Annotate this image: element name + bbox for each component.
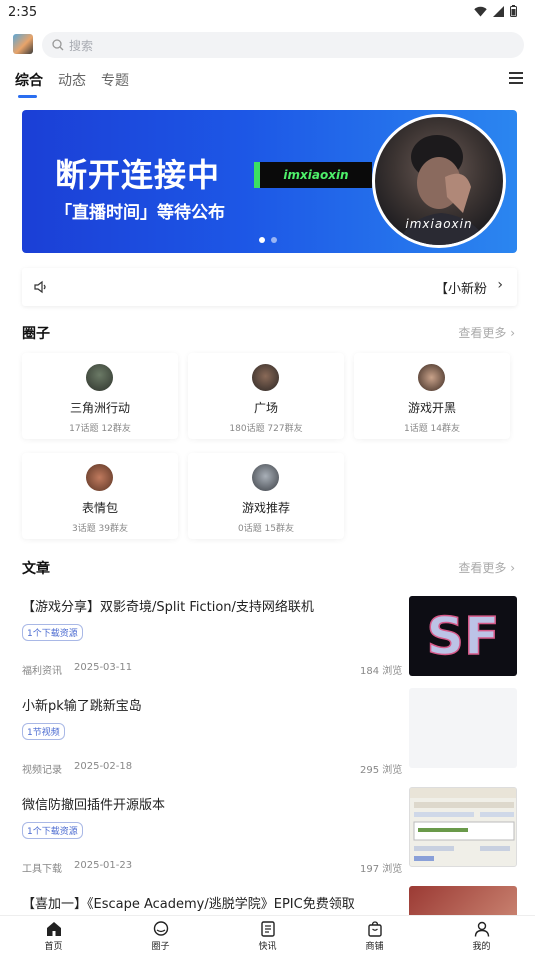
app-page: 2:35 搜索 综合 动态 专题 断开连接中 imxiaoxin 「直播时间」等… [0, 0, 535, 956]
article-views: 184 浏览 [360, 666, 403, 677]
circle-stats: 3话题 39群友 [71, 524, 129, 534]
nav-label: 首页 [44, 942, 63, 952]
status-icons [474, 5, 517, 17]
article-date: 2025-02-18 [74, 761, 133, 772]
home-icon [46, 922, 61, 936]
article-views: 197 浏览 [360, 864, 403, 875]
banner-subtitle: 「直播时间」等待公布 [55, 203, 225, 223]
banner-streamer-photo: imxiaoxin [372, 114, 506, 248]
news-icon [260, 921, 275, 937]
circle-avatar [252, 464, 279, 491]
article-title: 微信防撤回插件开源版本 [22, 798, 166, 813]
status-bar: 2:35 [0, 0, 535, 26]
sf-logo-icon: SF [426, 606, 500, 668]
circle-stats: 17话题 12群友 [69, 424, 131, 434]
banner-photo-caption: imxiaoxin [405, 217, 473, 231]
notice-arrow: › [497, 277, 503, 293]
circle-card[interactable]: 三角洲行动 17话题 12群友 [22, 353, 178, 439]
battery-icon [510, 5, 517, 17]
signal-icon [493, 5, 504, 17]
circle-stats: 0话题 15群友 [237, 524, 295, 534]
status-time: 2:35 [8, 5, 38, 20]
circle-card[interactable]: 广场 180话题 727群友 [188, 353, 344, 439]
articles-more-link[interactable]: 查看更多 › [458, 559, 515, 576]
article-category: 工具下载 [22, 864, 62, 875]
circle-name: 广场 [253, 401, 278, 415]
article-title: 小新pk输了跳新宝岛 [22, 699, 142, 714]
nav-label: 快讯 [258, 942, 277, 952]
chat-bubble-icon [153, 921, 168, 936]
circle-avatar [252, 364, 279, 391]
article-thumbnail: SF [409, 596, 517, 676]
banner-tag: imxiaoxin [254, 162, 372, 188]
search-input[interactable]: 搜索 [42, 32, 524, 58]
article-date: 2025-01-23 [74, 860, 133, 871]
article-category: 福利资讯 [22, 666, 62, 677]
notice-text: 【小新粉 [434, 282, 487, 297]
nav-circles[interactable]: 圈子 [107, 916, 214, 956]
article-title: 【喜加一】《Escape Academy/逃脱学院》EPIC免费领取 [22, 897, 355, 912]
circle-card[interactable]: 游戏开黑 1话题 14群友 [354, 353, 510, 439]
circles-title: 圈子 [22, 326, 50, 342]
article-badge: 1个下载资源 [22, 624, 83, 641]
circle-name: 表情包 [81, 501, 118, 515]
nav-label: 商铺 [365, 942, 384, 952]
tab-topics[interactable]: 专题 [101, 70, 129, 98]
pagination-dot[interactable] [271, 237, 277, 243]
circle-stats: 180话题 727群友 [229, 424, 303, 434]
articles-title: 文章 [22, 561, 50, 577]
article-category: 视频记录 [22, 765, 62, 776]
nav-label: 圈子 [151, 942, 170, 952]
circle-name: 三角洲行动 [69, 401, 130, 415]
user-icon [474, 921, 489, 937]
app-screenshot-icon [410, 788, 516, 861]
svg-text:SF: SF [427, 607, 500, 667]
circle-stats: 1话题 14群友 [403, 424, 461, 434]
user-avatar[interactable] [13, 34, 33, 54]
nav-shop[interactable]: 商铺 [321, 916, 428, 956]
circle-avatar [86, 464, 113, 491]
article-badge: 1节视频 [22, 723, 65, 740]
speaker-icon [34, 280, 46, 294]
article-thumbnail [409, 787, 517, 867]
bottom-nav: 首页 圈子 快讯 商铺 我的 [0, 915, 535, 956]
nav-home[interactable]: 首页 [0, 916, 107, 956]
article-badge: 1个下载资源 [22, 822, 83, 839]
search-icon [52, 39, 64, 51]
circle-card[interactable]: 表情包 3话题 39群友 [22, 453, 178, 539]
circle-avatar [418, 364, 445, 391]
notice-bar[interactable]: 【小新粉 › [22, 268, 517, 306]
article-thumbnail [409, 688, 517, 768]
article-date: 2025-03-11 [74, 662, 133, 673]
search-placeholder: 搜索 [69, 38, 94, 53]
promo-banner[interactable]: 断开连接中 imxiaoxin 「直播时间」等待公布 imxiaoxin [22, 110, 517, 253]
tab-general[interactable]: 综合 [15, 70, 43, 98]
circle-avatar [86, 364, 113, 391]
circles-more-link[interactable]: 查看更多 › [458, 324, 515, 341]
menu-icon[interactable] [508, 71, 524, 85]
nav-news[interactable]: 快讯 [214, 916, 321, 956]
wifi-icon [474, 6, 487, 16]
circle-card[interactable]: 游戏推荐 0话题 15群友 [188, 453, 344, 539]
article-title: 【游戏分享】双影奇境/Split Fiction/支持网络联机 [22, 600, 314, 615]
nav-profile[interactable]: 我的 [428, 916, 535, 956]
nav-label: 我的 [472, 942, 491, 952]
top-tabs: 综合 动态 专题 [15, 70, 129, 98]
circle-name: 游戏推荐 [241, 501, 290, 515]
circle-name: 游戏开黑 [407, 401, 456, 415]
tab-feed[interactable]: 动态 [58, 70, 86, 98]
article-views: 295 浏览 [360, 765, 403, 776]
pagination-dot[interactable] [259, 237, 265, 243]
banner-pagination [259, 237, 277, 243]
shop-bag-icon [367, 921, 382, 937]
banner-title: 断开连接中 [55, 156, 221, 194]
